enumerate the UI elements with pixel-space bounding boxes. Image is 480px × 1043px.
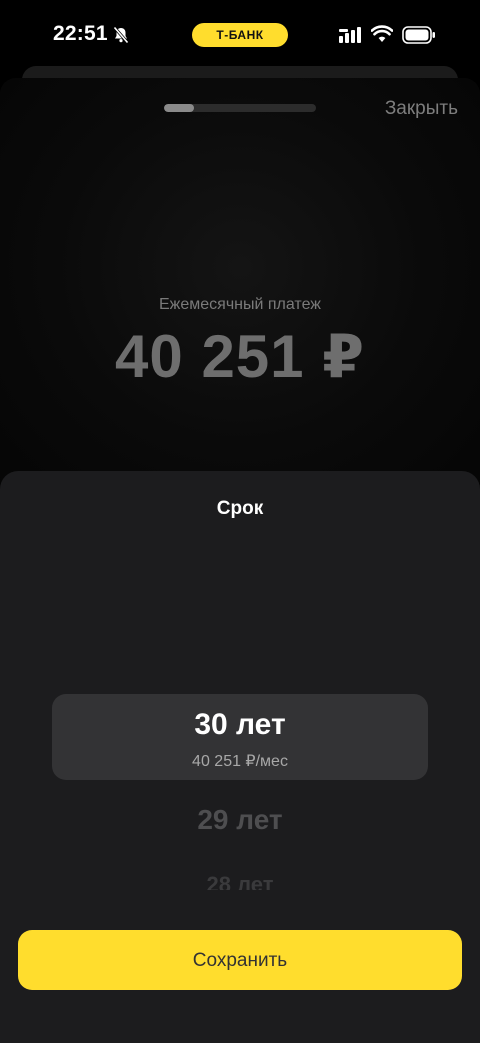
- status-time: 22:51: [53, 22, 108, 45]
- term-option-payment: 40 251 ₽/мес: [192, 753, 288, 770]
- battery-icon: [402, 26, 435, 44]
- status-bar: 22:51 Т-БАНК: [0, 0, 480, 70]
- monthly-payment-label: Ежемесячный платеж: [158, 296, 321, 313]
- term-option-selected[interactable]: 30 лет 40 251 ₽/мес: [52, 694, 428, 780]
- close-button[interactable]: Закрыть: [385, 98, 458, 120]
- term-option-label-faded: 28 лет: [206, 872, 274, 890]
- step-progress-fill: [164, 104, 195, 112]
- term-option-label: 30 лет: [194, 708, 286, 741]
- brand-badge: Т-БАНК: [192, 23, 288, 47]
- term-option-faded[interactable]: 28 лет: [0, 872, 480, 890]
- bell-off-icon: [113, 26, 129, 44]
- wifi-icon: [371, 25, 393, 42]
- monthly-payment-amount: 40 251 ₽: [115, 323, 365, 390]
- term-option[interactable]: 29 лет: [0, 804, 480, 836]
- signal-icon: [339, 27, 361, 43]
- save-button[interactable]: Сохранить: [18, 930, 462, 990]
- sheet-title: Срок: [216, 498, 264, 519]
- calculator-card: [0, 78, 480, 498]
- step-progress-bar: [164, 104, 316, 112]
